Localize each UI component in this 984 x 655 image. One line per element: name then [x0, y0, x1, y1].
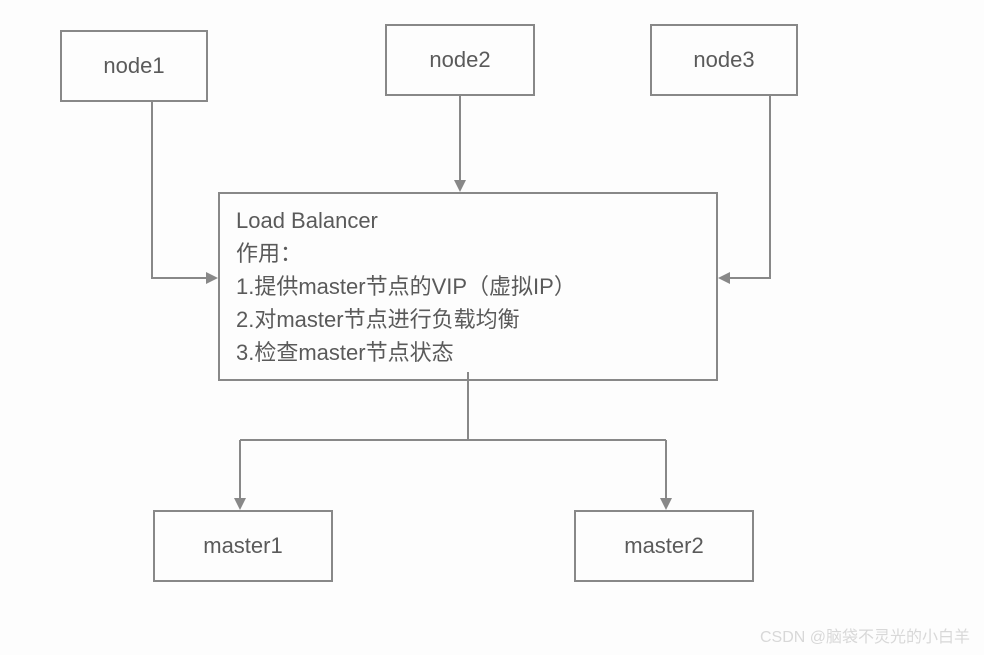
node2-label: node2: [429, 47, 490, 73]
lb-item-2: 2.对master节点进行负载均衡: [236, 303, 700, 336]
lb-item-1: 1.提供master节点的VIP（虚拟IP）: [236, 270, 700, 303]
node3-box: node3: [650, 24, 798, 96]
lb-role-label: 作用：: [236, 237, 700, 270]
master2-label: master2: [624, 533, 703, 559]
master2-box: master2: [574, 510, 754, 582]
node1-label: node1: [103, 53, 164, 79]
load-balancer-box: Load Balancer 作用： 1.提供master节点的VIP（虚拟IP）…: [218, 192, 718, 381]
lb-item-3: 3.检查master节点状态: [236, 336, 700, 369]
node1-box: node1: [60, 30, 208, 102]
node3-label: node3: [693, 47, 754, 73]
node2-box: node2: [385, 24, 535, 96]
master1-box: master1: [153, 510, 333, 582]
watermark: CSDN @脑袋不灵光的小白羊: [760, 623, 970, 647]
lb-title: Load Balancer: [236, 204, 700, 237]
master1-label: master1: [203, 533, 282, 559]
